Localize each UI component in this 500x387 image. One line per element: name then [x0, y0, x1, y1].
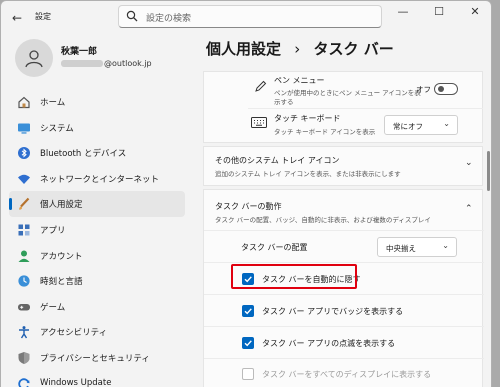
email-domain: @outlook.jp	[104, 59, 152, 68]
chevron-down-icon: ⌄	[465, 158, 473, 168]
checkmark-icon	[244, 308, 252, 315]
user-email: @outlook.jp	[61, 59, 152, 68]
sidebar-item-label: プライバシーとセキュリティ	[40, 353, 150, 364]
bluetooth-icon	[18, 147, 30, 160]
window-title: 設定	[35, 12, 51, 21]
sidebar-item-accounts[interactable]: アカウント	[9, 243, 185, 269]
all-displays-checkbox[interactable]	[242, 368, 254, 380]
all-displays-label: タスク バーをすべてのディスプレイに表示する	[262, 370, 432, 379]
sidebar-item-network[interactable]: ネットワークとインターネット	[9, 166, 185, 192]
keyboard-icon	[251, 117, 267, 128]
sidebar-item-windows-update[interactable]: Windows Update	[9, 371, 185, 387]
home-icon	[18, 96, 30, 109]
tray-icons-label: その他のシステム トレイ アイコン	[215, 156, 340, 165]
shield-icon	[18, 351, 30, 364]
person-icon	[18, 250, 30, 262]
highlight-box	[231, 264, 357, 289]
flashing-checkbox[interactable]	[242, 337, 254, 349]
touch-keyboard-label: タッチ キーボード	[274, 114, 341, 123]
sidebar-item-label: ホーム	[40, 98, 66, 108]
sidebar-item-label: ゲーム	[40, 302, 66, 313]
sidebar-nav: ホーム システム Bluetooth とデバイス ネットワークとインターネット …	[9, 89, 185, 387]
main-content: 個人用設定 › タスク バー ペン メニュー ペンが使用中のときにペン メニュー…	[196, 1, 491, 387]
chevron-up-icon[interactable]: ⌃	[465, 204, 473, 214]
checkmark-icon	[244, 340, 252, 347]
globe-clock-icon	[18, 275, 30, 287]
row-divider	[248, 108, 483, 109]
pen-icon	[255, 80, 267, 92]
active-indicator	[9, 198, 12, 211]
behaviors-label: タスク バーの動作	[215, 202, 282, 211]
pen-menu-desc-line2: 示する	[274, 98, 294, 106]
sidebar-item-gaming[interactable]: ゲーム	[9, 294, 185, 320]
row-divider	[204, 294, 484, 295]
redacted-text	[61, 60, 103, 67]
pen-menu-label: ペン メニュー	[274, 76, 325, 85]
toggle-knob	[438, 86, 444, 92]
avatar	[15, 39, 53, 77]
accessibility-icon	[19, 326, 29, 339]
sidebar-item-home[interactable]: ホーム	[9, 89, 185, 115]
gamepad-icon	[18, 303, 30, 311]
alignment-label: タスク バーの配置	[241, 243, 308, 252]
taskbar-icons-card: ペン メニュー ペンが使用中のときにペン メニュー アイコンを表 示する オフ …	[203, 71, 483, 143]
sidebar-item-label: システム	[40, 123, 74, 134]
section-divider	[204, 230, 484, 231]
chevron-down-icon: ⌄	[442, 241, 449, 250]
sidebar-item-label: 時刻と言語	[40, 277, 83, 288]
breadcrumb-separator: ›	[294, 40, 301, 58]
row-divider	[204, 326, 484, 327]
breadcrumb-parent[interactable]: 個人用設定	[206, 40, 281, 58]
flashing-label: タスク バー アプリの点滅を表示する	[262, 339, 396, 348]
sidebar-item-apps[interactable]: アプリ	[9, 217, 185, 243]
brush-icon	[19, 198, 30, 211]
behaviors-desc: タスク バーの配置、バッジ、自動的に非表示、および複数のディスプレイ	[215, 216, 431, 224]
sidebar-item-label: 個人用設定	[40, 200, 83, 211]
other-tray-icons-card[interactable]: その他のシステム トレイ アイコン 追加のシステム トレイ アイコンを表示、また…	[203, 146, 483, 186]
sidebar-item-label: アカウント	[40, 251, 83, 262]
sidebar-item-privacy[interactable]: プライバシーとセキュリティ	[9, 345, 185, 371]
alignment-dropdown[interactable]: 中央揃え ⌄	[377, 237, 457, 257]
row-divider	[204, 262, 484, 263]
badges-checkbox[interactable]	[242, 305, 254, 317]
page-title: 個人用設定 › タスク バー	[206, 38, 394, 59]
sidebar-item-label: Windows Update	[40, 377, 112, 387]
search-placeholder: 設定の検索	[146, 14, 192, 24]
pen-menu-desc-line1: ペンが使用中のときにペン メニュー アイコンを表	[274, 89, 421, 97]
monitor-icon	[18, 123, 30, 134]
search-icon	[126, 10, 138, 22]
sidebar-item-label: ネットワークとインターネット	[40, 174, 160, 185]
sidebar-item-system[interactable]: システム	[9, 115, 185, 141]
touch-keyboard-desc: タッチ キーボード アイコンを表示	[274, 128, 376, 136]
chevron-down-icon: ⌄	[443, 119, 450, 128]
row-divider	[204, 358, 484, 359]
back-arrow-icon[interactable]: ←	[9, 10, 25, 26]
user-name: 秋葉一郎	[61, 47, 98, 57]
sidebar-item-bluetooth[interactable]: Bluetooth とデバイス	[9, 140, 185, 166]
pen-menu-state: オフ	[416, 85, 431, 94]
settings-window: ← 設定 設定の検索 — ☐ ✕ 秋葉一郎 @outlook.jp ホーム シス…	[0, 0, 492, 387]
update-icon	[18, 377, 30, 387]
scrollbar-thumb[interactable]	[487, 151, 490, 191]
apps-icon	[18, 224, 30, 236]
person-icon	[25, 50, 43, 68]
badges-label: タスク バー アプリでバッジを表示する	[262, 307, 404, 316]
sidebar-item-accessibility[interactable]: アクセシビリティ	[9, 319, 185, 345]
touch-keyboard-value: 常にオフ	[393, 122, 423, 131]
sidebar-item-personalization[interactable]: 個人用設定	[9, 191, 185, 217]
wifi-icon	[18, 174, 30, 184]
sidebar-item-label: アプリ	[40, 225, 66, 236]
breadcrumb-current: タスク バー	[313, 40, 394, 58]
pen-menu-toggle[interactable]	[434, 83, 458, 95]
touch-keyboard-dropdown[interactable]: 常にオフ ⌄	[384, 115, 458, 135]
tray-icons-desc: 追加のシステム トレイ アイコンを表示、または非表示にします	[215, 170, 401, 178]
sidebar-item-label: アクセシビリティ	[40, 328, 108, 339]
sidebar-item-label: Bluetooth とデバイス	[40, 149, 127, 160]
alignment-value: 中央揃え	[386, 244, 416, 253]
sidebar-item-time-language[interactable]: 時刻と言語	[9, 268, 185, 294]
